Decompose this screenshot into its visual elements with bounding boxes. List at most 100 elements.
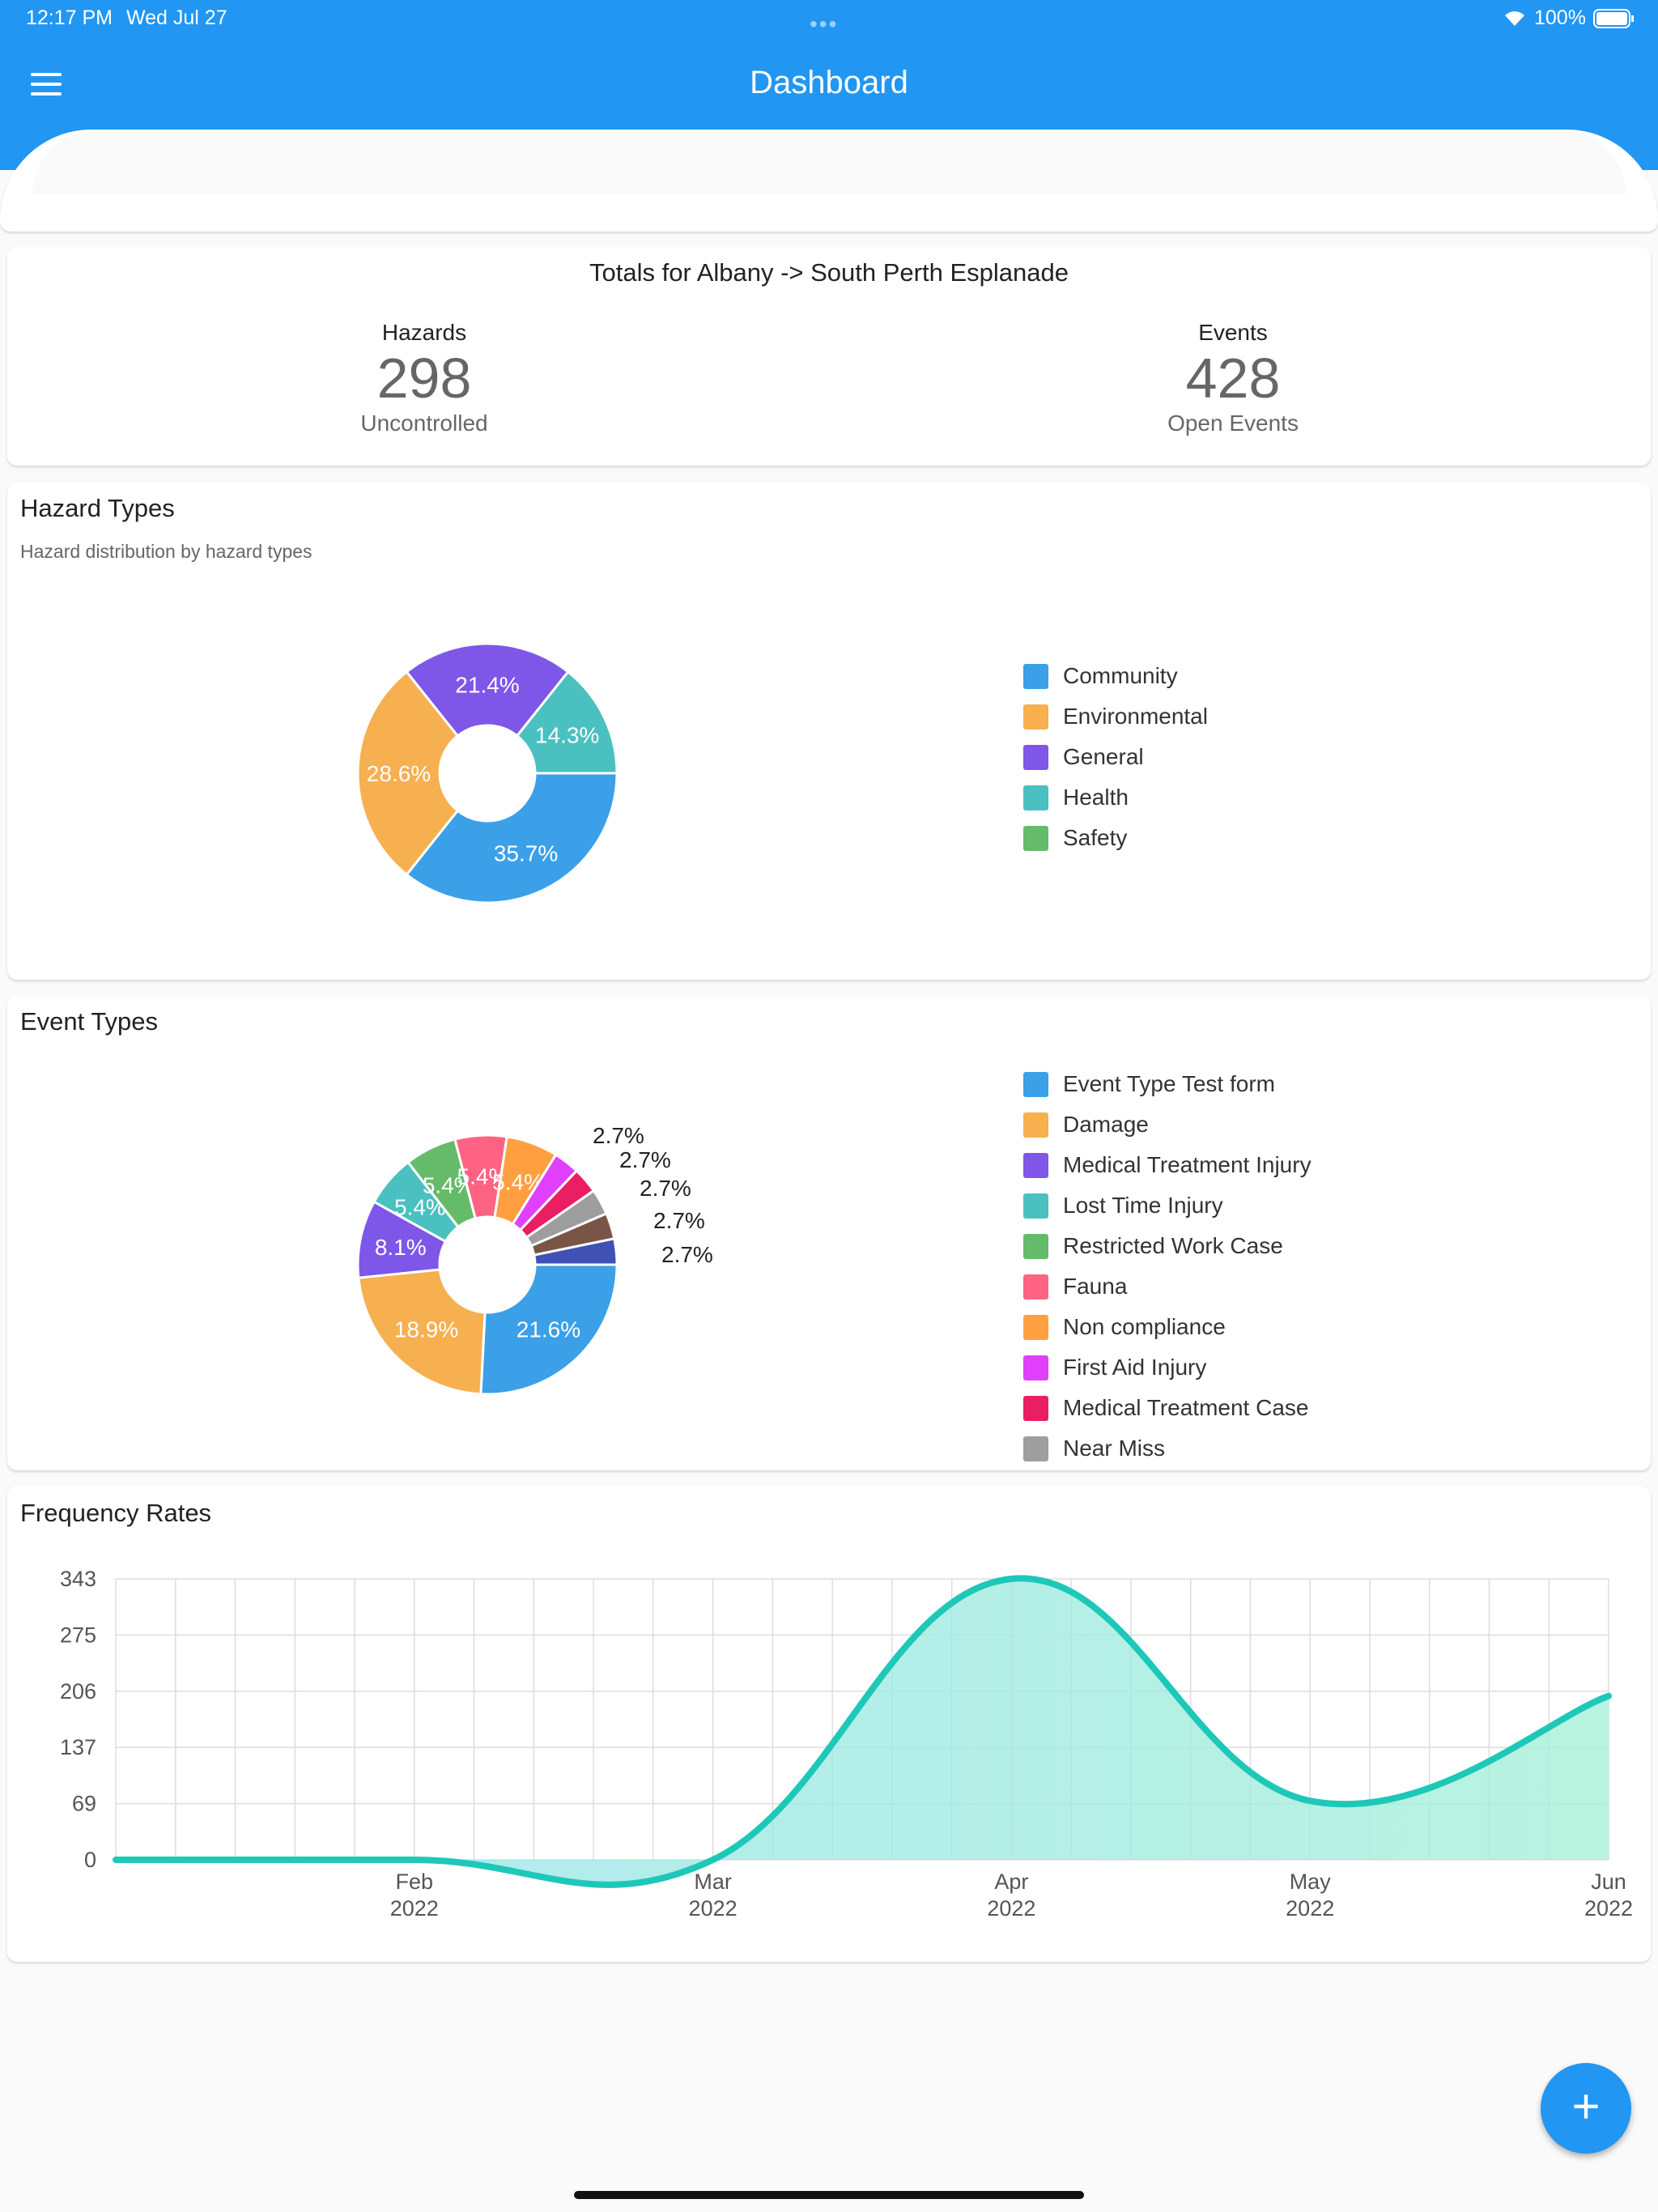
legend-label: Damage: [1063, 1112, 1149, 1137]
legend-swatch: [1023, 704, 1048, 730]
status-time: 12:17 PM: [26, 6, 113, 29]
hazard-types-donut-chart: 35.7% 28.6% 21.4% 14.3%: [356, 642, 619, 904]
legend-label: Fauna: [1063, 1274, 1128, 1299]
hazards-sub: Uncontrolled: [360, 410, 488, 436]
legend-item[interactable]: General: [1023, 737, 1208, 777]
x-tick-label: 2022: [689, 1896, 738, 1921]
legend-label: Restricted Work Case: [1063, 1233, 1283, 1258]
legend-label: First Aid Injury: [1063, 1355, 1207, 1380]
legend-swatch: [1023, 744, 1048, 770]
y-tick-label: 206: [60, 1679, 96, 1704]
x-tick-label: 2022: [1584, 1896, 1633, 1921]
pie-label: 2.7%: [640, 1176, 691, 1201]
pie-label: 2.7%: [593, 1123, 644, 1148]
page-title: Dashboard: [750, 65, 908, 100]
x-tick-label: Jun: [1591, 1870, 1626, 1894]
legend-item[interactable]: Environmental: [1023, 696, 1208, 737]
legend-item[interactable]: Medical Treatment Case: [1023, 1388, 1312, 1428]
frequency-rates-area-chart: 069137206275343Feb2022Mar2022Apr2022May2…: [60, 1567, 1633, 1921]
x-tick-label: 2022: [390, 1896, 439, 1921]
legend-label: Near Miss: [1063, 1436, 1166, 1461]
legend-label: Lost Time Injury: [1063, 1193, 1223, 1218]
legend-swatch: [1023, 785, 1048, 810]
area-fill: [116, 1578, 1609, 1885]
totals-title: Totals for Albany -> South Perth Esplana…: [589, 258, 1069, 287]
filter-card: [0, 130, 1658, 232]
event-types-legend[interactable]: Event Type Test form Damage Medical Treatm…: [1023, 1064, 1312, 1469]
legend-swatch: [1023, 825, 1048, 851]
pie-label: 2.7%: [653, 1208, 705, 1233]
legend-label: Safety: [1063, 825, 1128, 850]
pie-label: 2.7%: [619, 1147, 671, 1172]
events-stat[interactable]: Events 428 Open Events: [990, 320, 1476, 436]
legend-swatch: [1023, 1314, 1048, 1340]
events-value: 428: [1185, 347, 1281, 410]
y-tick-label: 275: [60, 1623, 96, 1647]
event-types-card: Event Types 21.6% 18.9% 8.1% 5.4% 5.4% 5.4% 5.…: [7, 996, 1651, 1470]
legend-swatch: [1023, 663, 1048, 689]
legend-label: Environmental: [1063, 704, 1208, 729]
legend-item[interactable]: First Aid Injury: [1023, 1347, 1312, 1388]
hazards-label: Hazards: [381, 320, 467, 345]
hazard-types-legend: Community Environmental General Health Safet…: [1023, 656, 1208, 858]
x-tick-label: Feb: [396, 1870, 434, 1894]
pie-label: 18.9%: [394, 1317, 458, 1342]
event-types-donut-chart: 21.6%18.9%8.1%5.4%5.4%5.4%5.4%2.7%2.7%2.…: [356, 1123, 713, 1396]
battery-percent: 100%: [1534, 6, 1586, 29]
legend-item[interactable]: Health: [1023, 777, 1208, 818]
legend-item[interactable]: Restricted Work Case: [1023, 1226, 1312, 1266]
status-date: Wed Jul 27: [126, 6, 227, 29]
frequency-rates-card: Frequency Rates 0 69 137 206 275 343 Feb 2022 Ma…: [7, 1486, 1651, 1962]
legend-label: Event Type Test form: [1063, 1071, 1275, 1096]
legend-swatch: [1023, 1193, 1048, 1219]
legend-item[interactable]: Damage: [1023, 1104, 1312, 1145]
legend-swatch: [1023, 1112, 1048, 1138]
events-label: Events: [1198, 320, 1268, 345]
hazard-types-card: Hazard Types Hazard distribution by haza…: [7, 483, 1651, 980]
home-indicator: [574, 2191, 1084, 2199]
legend-item[interactable]: Near Miss: [1023, 1428, 1312, 1469]
pie-label: 14.3%: [535, 722, 599, 747]
pie-label: 21.4%: [455, 673, 519, 698]
battery-icon: [1593, 9, 1634, 28]
legend-swatch: [1023, 1233, 1048, 1259]
add-fab-button[interactable]: +: [1541, 2063, 1631, 2154]
y-tick-label: 69: [72, 1792, 96, 1816]
legend-item[interactable]: Medical Treatment Injury: [1023, 1145, 1312, 1185]
x-tick-label: Apr: [994, 1870, 1028, 1894]
x-tick-label: May: [1290, 1870, 1332, 1894]
legend-swatch: [1023, 1071, 1048, 1097]
legend-label: Health: [1063, 785, 1129, 810]
wifi-icon: [1505, 11, 1524, 26]
legend-item[interactable]: Non compliance: [1023, 1307, 1312, 1347]
y-tick-label: 137: [60, 1735, 96, 1759]
pie-label: 35.7%: [494, 841, 558, 866]
legend-label: Non compliance: [1063, 1314, 1226, 1339]
legend-item[interactable]: Fauna: [1023, 1266, 1312, 1307]
legend-swatch: [1023, 1436, 1048, 1461]
totals-card: Totals for Albany -> South Perth Esplana…: [7, 247, 1651, 466]
hazards-value: 298: [376, 347, 472, 410]
pie-label: 28.6%: [367, 761, 431, 786]
legend-item[interactable]: Safety: [1023, 818, 1208, 858]
x-tick-label: Mar: [694, 1870, 732, 1894]
legend-swatch: [1023, 1274, 1048, 1300]
pie-label: 2.7%: [661, 1242, 713, 1267]
legend-item[interactable]: Community: [1023, 656, 1208, 696]
legend-label: General: [1063, 744, 1144, 769]
y-tick-label: 343: [60, 1567, 96, 1591]
legend-swatch: [1023, 1395, 1048, 1421]
legend-label: Community: [1063, 663, 1178, 688]
legend-swatch: [1023, 1355, 1048, 1380]
multitask-dots-icon[interactable]: •••: [810, 11, 838, 37]
legend-item[interactable]: Lost Time Injury: [1023, 1185, 1312, 1226]
pie-label: 8.1%: [375, 1235, 427, 1260]
x-tick-label: 2022: [987, 1896, 1035, 1921]
legend-swatch: [1023, 1152, 1048, 1178]
legend-item[interactable]: Event Type Test form: [1023, 1064, 1312, 1104]
events-sub: Open Events: [1167, 410, 1299, 436]
legend-label: Medical Treatment Injury: [1063, 1152, 1312, 1177]
pie-label: 21.6%: [517, 1317, 580, 1342]
hazards-stat[interactable]: Hazards 298 Uncontrolled: [181, 320, 667, 436]
x-tick-label: 2022: [1286, 1896, 1334, 1921]
